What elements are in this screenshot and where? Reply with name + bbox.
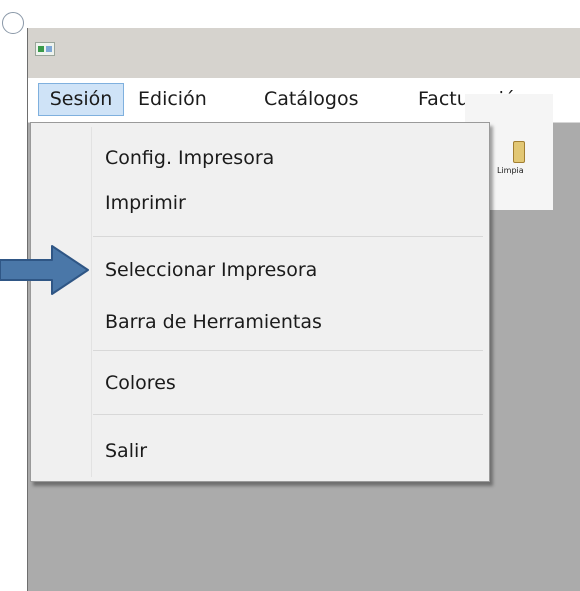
sesion-dropdown-menu: Config. Impresora Imprimir Seleccionar I… bbox=[30, 122, 490, 482]
menu-separator bbox=[93, 414, 483, 415]
menu-separator bbox=[93, 350, 483, 351]
arrow-right-icon bbox=[0, 245, 89, 295]
toolbar-button-label[interactable]: Limpia bbox=[497, 166, 524, 175]
menu-item-imprimir[interactable]: Imprimir bbox=[105, 188, 186, 218]
arrow-shape bbox=[0, 245, 89, 295]
menu-item-seleccionar-impresora[interactable]: Seleccionar Impresora bbox=[105, 255, 317, 285]
menu-separator bbox=[93, 236, 483, 237]
menu-sesion[interactable]: Sesión bbox=[38, 83, 124, 116]
menu-icon-gutter bbox=[91, 127, 92, 477]
selection-handle[interactable] bbox=[2, 12, 24, 34]
menu-edicion[interactable]: Edición bbox=[138, 83, 207, 116]
menu-catalogos[interactable]: Catálogos bbox=[264, 83, 359, 116]
menu-item-barra-de-herramientas[interactable]: Barra de Herramientas bbox=[105, 307, 322, 337]
title-bar[interactable] bbox=[28, 28, 580, 78]
menu-item-colores[interactable]: Colores bbox=[105, 368, 176, 398]
menu-item-config-impresora[interactable]: Config. Impresora bbox=[105, 143, 274, 173]
menu-item-salir[interactable]: Salir bbox=[105, 436, 147, 466]
app-icon[interactable] bbox=[35, 42, 55, 56]
clear-icon[interactable] bbox=[513, 141, 525, 163]
